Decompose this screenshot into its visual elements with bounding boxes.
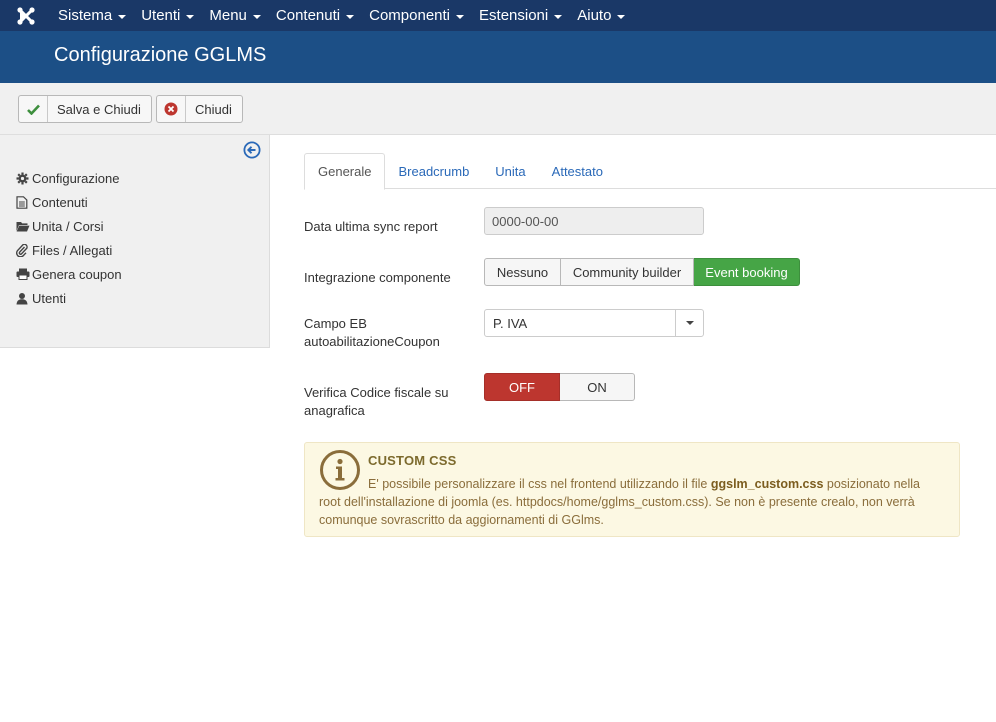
tab-generale[interactable]: Generale [304,153,386,190]
caret-down-icon [252,14,261,19]
check-icon [19,96,48,122]
sidebar-item-utenti[interactable]: Utenti [16,286,122,310]
custom-css-alert: CUSTOM CSS E' possibile personalizzare i… [304,442,960,537]
print-icon [16,268,32,280]
alert-filename: ggslm_custom.css [710,477,824,491]
menu-menu[interactable]: Menu [203,0,270,31]
close-button[interactable]: Chiudi [156,95,243,123]
sidebar-item-label: Configurazione [32,170,120,186]
sidebar-item-label: Files / Allegati [32,242,113,258]
sidebar-item-unita-corsi[interactable]: Unita / Corsi [16,214,122,238]
integration-label: Integrazione componente [304,270,451,285]
collapse-sidebar-icon[interactable] [243,141,261,159]
caret-down-icon [617,14,626,19]
sidebar-item-configurazione[interactable]: Configurazione [16,166,122,190]
menu-sistema[interactable]: Sistema [52,0,135,31]
menu-aiuto[interactable]: Aiuto [571,0,634,31]
menu-label: Sistema [58,7,113,24]
close-label: Chiudi [195,101,232,117]
sidebar: Configurazione Contenuti Unita / Corsi F… [0,135,270,348]
tab-unita[interactable]: Unita [482,153,538,189]
sidebar-item-genera-coupon[interactable]: Genera coupon [16,262,122,286]
alert-title: CUSTOM CSS [368,453,457,468]
top-navbar: Sistema Utenti Menu Contenuti Componenti… [0,0,996,31]
menu-label: Componenti [369,7,451,24]
alert-text: E' possibile personalizzare il css nel f… [319,475,939,529]
sidebar-item-label: Genera coupon [32,266,122,282]
tab-attestato[interactable]: Attestato [539,153,616,189]
sync-report-field[interactable]: 0000-00-00 [484,207,704,235]
file-icon [16,195,32,209]
verifica-cf-label-line2: anagrafica [304,403,365,418]
gear-icon [16,172,32,185]
verifica-cf-on[interactable]: ON [560,373,635,401]
tab-bar: Generale Breadcrumb Unita Attestato [304,153,996,190]
sidebar-item-label: Unita / Corsi [32,218,104,234]
integration-option-event-booking[interactable]: Event booking [694,258,800,286]
save-close-label: Salva e Chiudi [57,101,141,117]
main-menu: Sistema Utenti Menu Contenuti Componenti… [52,0,634,31]
sidebar-item-files-allegati[interactable]: Files / Allegati [16,238,122,262]
campo-eb-label: Campo EB autoabilitazioneCoupon [304,315,474,351]
menu-contenuti[interactable]: Contenuti [270,0,363,31]
verifica-cf-label: Verifica Codice fiscale su anagrafica [304,384,474,420]
chevron-down-icon[interactable] [675,310,703,336]
sidebar-menu: Configurazione Contenuti Unita / Corsi F… [16,166,122,310]
menu-label: Menu [209,7,247,24]
sidebar-item-label: Contenuti [32,194,88,210]
menu-label: Contenuti [275,7,341,24]
verifica-cf-toggle: OFF ON [484,373,635,401]
caret-down-icon [554,14,563,19]
sidebar-item-contenuti[interactable]: Contenuti [16,190,122,214]
save-close-button[interactable]: Salva e Chiudi [18,95,152,123]
caret-down-icon [456,14,465,19]
caret-down-icon [346,14,355,19]
page-header: Configurazione GGLMS [0,31,996,83]
verifica-cf-label-line1: Verifica Codice fiscale su [304,385,449,400]
menu-utenti[interactable]: Utenti [135,0,203,31]
sync-report-label: Data ultima sync report [304,219,438,234]
campo-eb-selected-value: P. IVA [493,315,528,331]
user-icon [16,292,32,305]
tab-breadcrumb[interactable]: Breadcrumb [385,153,482,189]
joomla-logo-icon[interactable] [0,0,52,31]
campo-eb-label-line1: Campo EB [304,316,367,331]
menu-label: Estensioni [479,7,549,24]
caret-down-icon [118,14,127,19]
page-title: Configurazione GGLMS [54,44,267,66]
verifica-cf-off[interactable]: OFF [484,373,560,401]
paperclip-icon [16,243,32,257]
campo-eb-label-line2: autoabilitazioneCoupon [304,334,440,349]
menu-label: Utenti [141,7,181,24]
toolbar: Salva e Chiudi Chiudi [0,83,996,135]
integration-option-nessuno[interactable]: Nessuno [484,258,561,286]
caret-down-icon [186,14,195,19]
menu-componenti[interactable]: Componenti [363,0,473,31]
integration-option-community-builder[interactable]: Community builder [561,258,694,286]
folder-open-icon [16,221,32,232]
sidebar-item-label: Utenti [32,290,66,306]
integration-button-group: Nessuno Community builder Event booking [484,258,800,286]
close-circle-icon [157,96,186,122]
menu-label: Aiuto [577,7,612,24]
alert-text-part1: E' possibile personalizzare il css nel f… [368,477,708,491]
menu-estensioni[interactable]: Estensioni [473,0,571,31]
campo-eb-select[interactable]: P. IVA [484,309,704,337]
